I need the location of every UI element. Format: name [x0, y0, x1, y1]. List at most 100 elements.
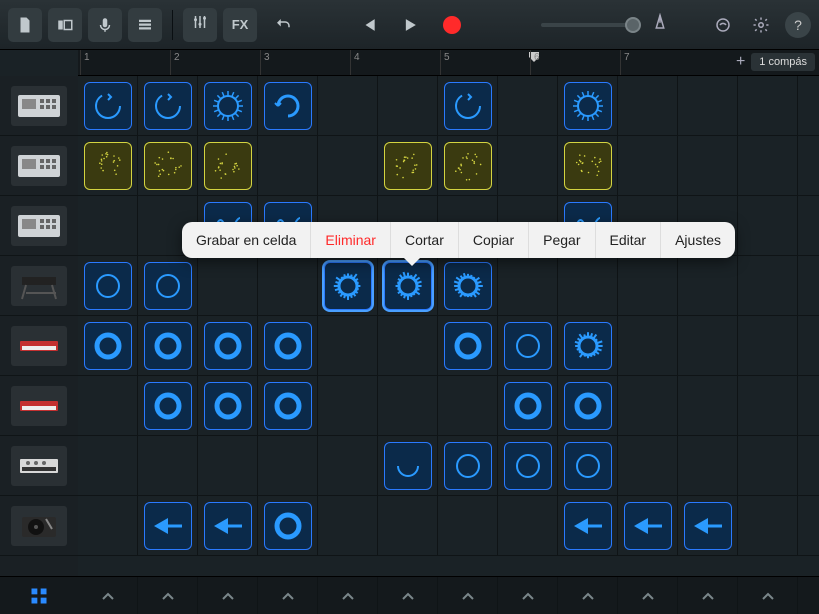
loop-cell[interactable] [564, 502, 612, 550]
loop-cell[interactable] [564, 322, 612, 370]
column-trigger[interactable] [198, 577, 258, 614]
grid-cell[interactable] [258, 256, 318, 316]
grid-edit-button[interactable] [0, 577, 78, 614]
column-trigger[interactable] [378, 577, 438, 614]
grid-cell[interactable] [258, 496, 318, 556]
loop-cell[interactable] [144, 382, 192, 430]
grid-cell[interactable] [618, 256, 678, 316]
grid-cell[interactable] [618, 436, 678, 496]
grid-cell[interactable] [318, 496, 378, 556]
grid-cell[interactable] [678, 436, 738, 496]
grid-cell[interactable] [738, 76, 798, 136]
grid-cell[interactable] [78, 196, 138, 256]
go-to-start-button[interactable] [356, 13, 380, 37]
loop-cell[interactable] [144, 502, 192, 550]
column-trigger[interactable] [138, 577, 198, 614]
grid-cell[interactable] [678, 316, 738, 376]
grid-cell[interactable] [678, 256, 738, 316]
context-menu-item[interactable]: Cortar [391, 222, 459, 258]
column-trigger[interactable] [618, 577, 678, 614]
context-menu-item[interactable]: Copiar [459, 222, 529, 258]
loop-cell[interactable] [444, 142, 492, 190]
loop-cell[interactable] [264, 502, 312, 550]
grid-cell[interactable] [318, 76, 378, 136]
settings-button[interactable] [747, 11, 775, 39]
grid-cell[interactable] [198, 316, 258, 376]
undo-button[interactable] [269, 11, 297, 39]
loop-cell[interactable] [384, 262, 432, 310]
context-menu-item[interactable]: Ajustes [661, 222, 735, 258]
volume-slider[interactable] [541, 23, 641, 27]
grid-cell[interactable] [258, 436, 318, 496]
grid-cell[interactable] [558, 436, 618, 496]
column-trigger[interactable] [78, 577, 138, 614]
grid-cell[interactable] [498, 376, 558, 436]
metronome-button[interactable] [651, 13, 669, 36]
grid-cell[interactable] [438, 436, 498, 496]
grid-cell[interactable] [138, 316, 198, 376]
track-header-keyboard-2[interactable] [0, 316, 78, 376]
track-header-drum-machine-3[interactable] [0, 196, 78, 256]
loop-cell[interactable] [564, 142, 612, 190]
grid-cell[interactable] [738, 196, 798, 256]
loop-cell[interactable] [624, 502, 672, 550]
grid-cell[interactable] [558, 496, 618, 556]
grid-cell[interactable] [198, 496, 258, 556]
grid-cell[interactable] [678, 76, 738, 136]
grid-cell[interactable] [738, 136, 798, 196]
grid-cell[interactable] [498, 496, 558, 556]
loop-cell[interactable] [84, 262, 132, 310]
loop-cell[interactable] [324, 262, 372, 310]
loop-cell[interactable] [84, 142, 132, 190]
track-header-synth[interactable] [0, 436, 78, 496]
loop-cell[interactable] [204, 82, 252, 130]
loop-cell[interactable] [504, 322, 552, 370]
grid-cell[interactable] [558, 256, 618, 316]
record-button[interactable] [440, 13, 464, 37]
grid-cell[interactable] [378, 316, 438, 376]
grid-cell[interactable] [618, 376, 678, 436]
grid-cell[interactable] [78, 316, 138, 376]
grid-cell[interactable] [618, 316, 678, 376]
grid-cell[interactable] [138, 376, 198, 436]
grid-cell[interactable] [438, 256, 498, 316]
loop-cell[interactable] [264, 382, 312, 430]
grid-cell[interactable] [618, 136, 678, 196]
play-button[interactable] [398, 13, 422, 37]
grid-cell[interactable] [558, 316, 618, 376]
column-trigger[interactable] [498, 577, 558, 614]
loop-cell[interactable] [564, 82, 612, 130]
section-selector[interactable]: 1 compás [751, 53, 815, 71]
grid-cell[interactable] [378, 76, 438, 136]
loop-cell[interactable] [684, 502, 732, 550]
grid-cell[interactable] [438, 76, 498, 136]
grid-cell[interactable] [258, 376, 318, 436]
grid-cell[interactable] [558, 376, 618, 436]
volume-thumb[interactable] [625, 17, 641, 33]
grid-cell[interactable] [78, 376, 138, 436]
loop-cell[interactable] [144, 322, 192, 370]
grid-cell[interactable] [198, 136, 258, 196]
loop-cell[interactable] [144, 142, 192, 190]
grid-cell[interactable] [618, 496, 678, 556]
my-songs-button[interactable] [8, 8, 42, 42]
fx-button[interactable]: FX [223, 8, 257, 42]
loop-cell[interactable] [444, 322, 492, 370]
loop-cell[interactable] [504, 442, 552, 490]
grid-cell[interactable] [78, 496, 138, 556]
grid-cell[interactable] [198, 436, 258, 496]
loop-cell[interactable] [264, 82, 312, 130]
loop-cell[interactable] [444, 442, 492, 490]
grid-cell[interactable] [318, 376, 378, 436]
add-section-button[interactable]: + [736, 53, 745, 71]
context-menu-item[interactable]: Editar [596, 222, 662, 258]
column-trigger[interactable] [558, 577, 618, 614]
grid-cell[interactable] [138, 496, 198, 556]
loop-cell[interactable] [144, 262, 192, 310]
loop-cell[interactable] [564, 442, 612, 490]
grid-cell[interactable] [318, 436, 378, 496]
grid-cell[interactable] [498, 316, 558, 376]
grid-cell[interactable] [318, 136, 378, 196]
column-trigger[interactable] [258, 577, 318, 614]
grid-cell[interactable] [738, 376, 798, 436]
